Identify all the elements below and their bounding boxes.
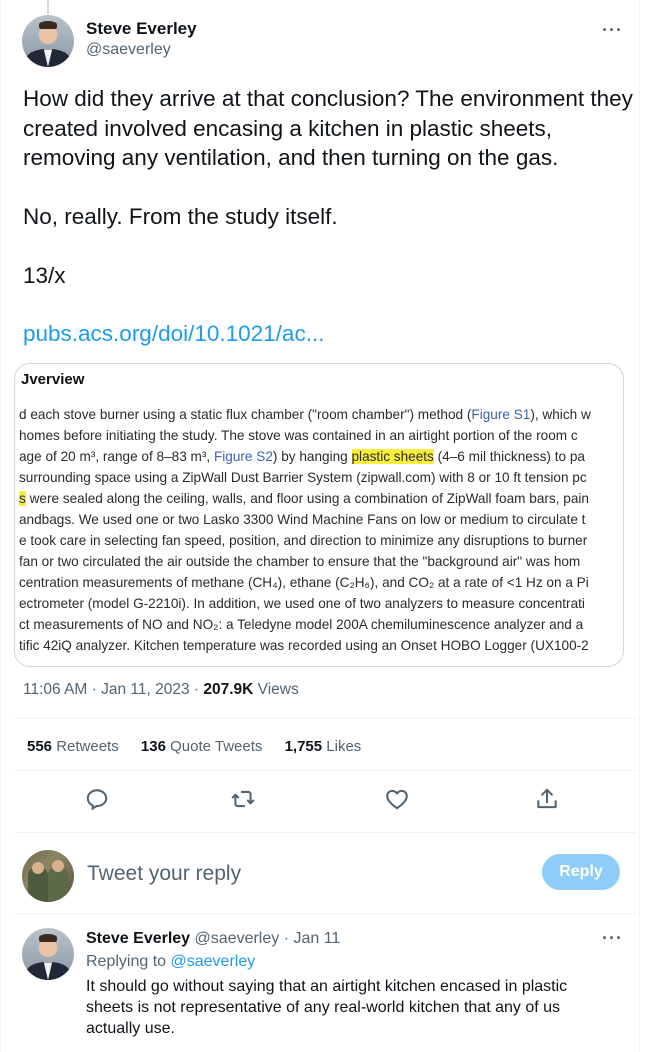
figure-s2-link[interactable]: Figure S2 [214, 449, 273, 464]
tweet-timestamp[interactable]: 11:06 AM · Jan 11, 2023 · 207.9K Views [23, 681, 299, 699]
tweet-paragraph: No, really. From the study itself. [23, 204, 338, 229]
tweet-paragraph: How did they arrive at that conclusion? … [23, 86, 633, 170]
like-icon[interactable] [384, 786, 410, 812]
action-bar [0, 786, 650, 816]
author-name[interactable]: Steve Everley [86, 19, 197, 39]
replying-to: Replying to @saeverley [86, 953, 256, 970]
image-text-line: surrounding space using a ZipWall Dust B… [19, 470, 587, 485]
mention-link[interactable]: @saeverley [171, 953, 256, 970]
quote-tweets-stat[interactable]: 136 Quote Tweets [141, 738, 262, 755]
image-text-line: centration measurements of methane (CH₄)… [19, 575, 589, 590]
reply-author-avatar[interactable] [22, 928, 74, 980]
views-count: 207.9K [203, 681, 254, 698]
reply-button[interactable]: Reply [542, 854, 620, 890]
current-user-avatar[interactable] [22, 850, 74, 902]
thread-connector-line [47, 0, 49, 14]
image-heading: Jverview [21, 371, 85, 388]
thread-counter: 13/x [23, 263, 66, 288]
reply-author-name[interactable]: Steve Everley [86, 930, 190, 947]
timestamp-text[interactable]: 11:06 AM · Jan 11, 2023 · [23, 681, 203, 698]
retweet-icon[interactable] [230, 786, 256, 812]
image-text-line: s were sealed along the ceiling, walls, … [19, 491, 589, 506]
image-text-line: fan or two circulated the air outside th… [19, 554, 581, 569]
reply-tweet[interactable]: Steve Everley @saeverley · Jan 11 ··· Re… [0, 920, 650, 1052]
image-text-line: ct measurements of NO and NO₂: a Teledyn… [19, 617, 584, 632]
image-text-block: d each stove burner using a static flux … [19, 404, 623, 656]
image-text-line: d each stove burner using a static flux … [19, 407, 591, 422]
more-horizontal-icon[interactable]: ··· [602, 928, 623, 949]
likes-stat[interactable]: 1,755 Likes [285, 738, 362, 755]
image-text-line: age of 20 m³, range of 8–83 m³, Figure S… [19, 449, 585, 464]
share-icon[interactable] [534, 786, 560, 812]
image-text-line: tific 42iQ analyzer. Kitchen temperature… [19, 638, 589, 653]
highlighted-text: s [19, 491, 26, 506]
views-label: Views [253, 681, 299, 698]
retweets-stat[interactable]: 556 Retweets [27, 738, 119, 755]
divider [14, 913, 636, 914]
image-text-line: andbags. We used one or two Lasko 3300 W… [19, 512, 586, 527]
figure-s1-link[interactable]: Figure S1 [471, 407, 530, 422]
tweet-text: How did they arrive at that conclusion? … [23, 84, 633, 291]
reply-text: It should go without saying that an airt… [86, 978, 568, 1037]
divider [14, 770, 636, 771]
divider [14, 832, 636, 833]
author-avatar[interactable] [22, 15, 74, 67]
image-text-line: ectrometer (model G-2210i). In addition,… [19, 596, 585, 611]
reply-input[interactable]: Tweet your reply [87, 862, 241, 886]
article-link[interactable]: pubs.acs.org/doi/10.1021/ac... [23, 321, 324, 347]
reply-composer: Tweet your reply Reply [0, 846, 650, 906]
more-horizontal-icon[interactable]: ··· [602, 20, 623, 41]
reply-date[interactable]: · Jan 11 [279, 930, 341, 947]
image-text-line: e took care in selecting fan speed, posi… [19, 533, 588, 548]
engagement-stats: 556 Retweets 136 Quote Tweets 1,755 Like… [27, 738, 379, 755]
attached-image[interactable]: Jverview d each stove burner using a sta… [14, 363, 624, 667]
divider [14, 718, 636, 719]
image-text-line: homes before initiating the study. The s… [19, 428, 578, 443]
highlighted-text: plastic sheets [351, 449, 434, 464]
reply-header: Steve Everley @saeverley · Jan 11 [86, 930, 340, 948]
author-handle[interactable]: @saeverley [86, 41, 171, 59]
reply-icon[interactable] [84, 786, 110, 812]
reply-author-handle[interactable]: @saeverley [195, 930, 280, 947]
